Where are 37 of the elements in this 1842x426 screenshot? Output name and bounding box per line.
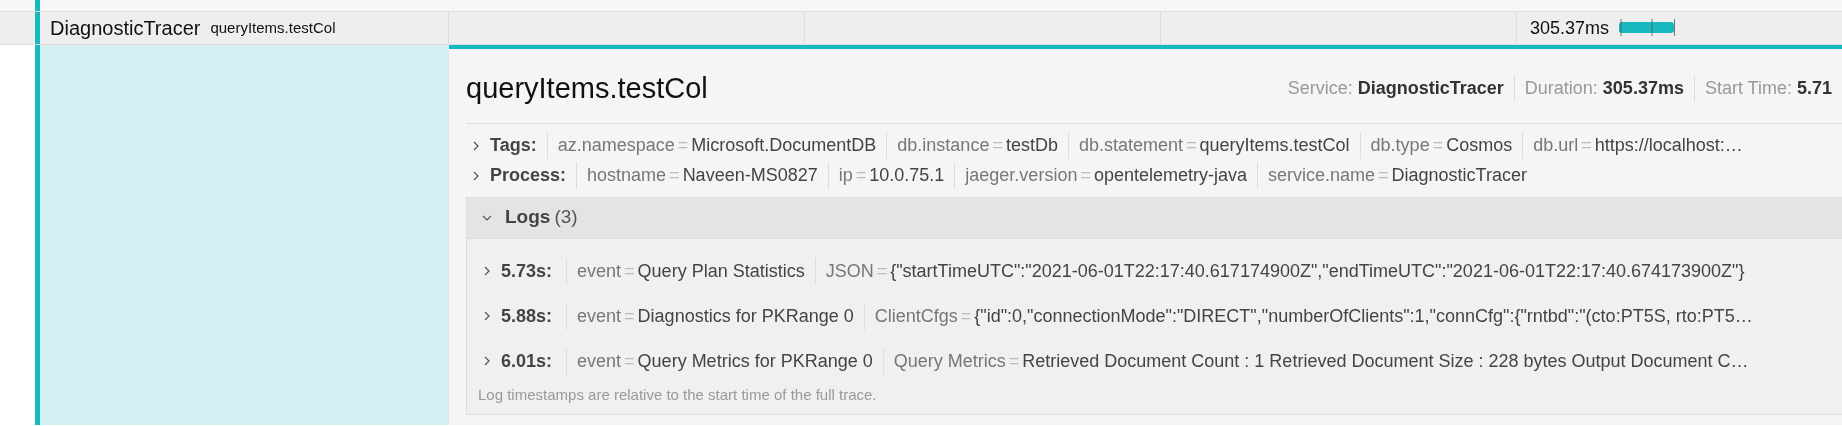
span-title: queryItems.testCol [466,71,708,106]
tag-item: ip = 10.0.75.1 [827,162,955,189]
log-field: ClientCfgs = {"id":0,"connectionMode":"DIRECT","numberOfClients":1,"connCfg":{"rntbd":"(cto:PT5S, rto:PT5… [863,302,1763,330]
log-timestamp: 6.01s: [501,349,553,373]
meta-item: Start Time: 5.71 [1693,75,1842,103]
chevron-right-icon[interactable] [482,266,492,276]
log-field: event = Diagnostics for PKRange 0 [566,302,864,330]
section-label[interactable]: Process: [490,162,567,189]
chevron-right-icon[interactable] [482,356,492,366]
meta-item: Duration: 305.37ms [1513,75,1694,103]
tag-item: hostname = Naveen-MS0827 [576,162,828,189]
duration-label: 305.37ms [1530,16,1610,40]
tag-item: jaeger.version = opentelemetry-java [954,162,1257,189]
log-field: JSON = {"startTimeUTC":"2021-06-01T22:17:40.617174900Z","endTimeUTC":"2021-06-01T22:17:40.674173900Z"} [814,257,1755,285]
logs-header[interactable]: Logs (3) [467,197,1842,239]
span-bar-drawing [1619,18,1676,38]
operation-name: queryItems.testCol [210,17,336,38]
log-field: event = Query Plan Statistics [566,257,815,285]
tag-item: db.statement = queryItems.testCol [1067,132,1360,159]
tag-item: service.name = DiagnosticTracer [1257,162,1537,189]
tag-item: az.namespace = Microsoft.DocumentDB [546,132,887,159]
log-timestamp: 5.88s: [501,304,553,328]
tag-item: db.url = https://localhost:… [1522,132,1753,159]
chevron-right-icon[interactable] [471,170,481,181]
section-label[interactable]: Tags: [490,132,537,159]
span-row[interactable]: DiagnosticTracer queryItems.testCol 305.37ms [0,12,1842,45]
log-field: Query Metrics = Retrieved Document Count : 1 Retrieved Document Size : 228 bytes Output Document C… [882,347,1759,375]
log-timestamp: 5.73s: [501,259,553,283]
meta-item: Service: DiagnosticTracer [1286,77,1505,101]
log-field: event = Query Metrics for PKRange 0 [566,347,883,375]
chevron-right-icon[interactable] [482,311,492,321]
footnote: Log timestamps are relative to the start time of the full trace. [477,384,878,405]
span-marker [35,0,40,11]
tag-item: db.type = Cosmos [1359,132,1523,159]
chevron-right-icon[interactable] [471,140,481,151]
service-name: DiagnosticTracer [50,16,201,41]
tag-item: db.instance = testDb [886,132,1068,159]
